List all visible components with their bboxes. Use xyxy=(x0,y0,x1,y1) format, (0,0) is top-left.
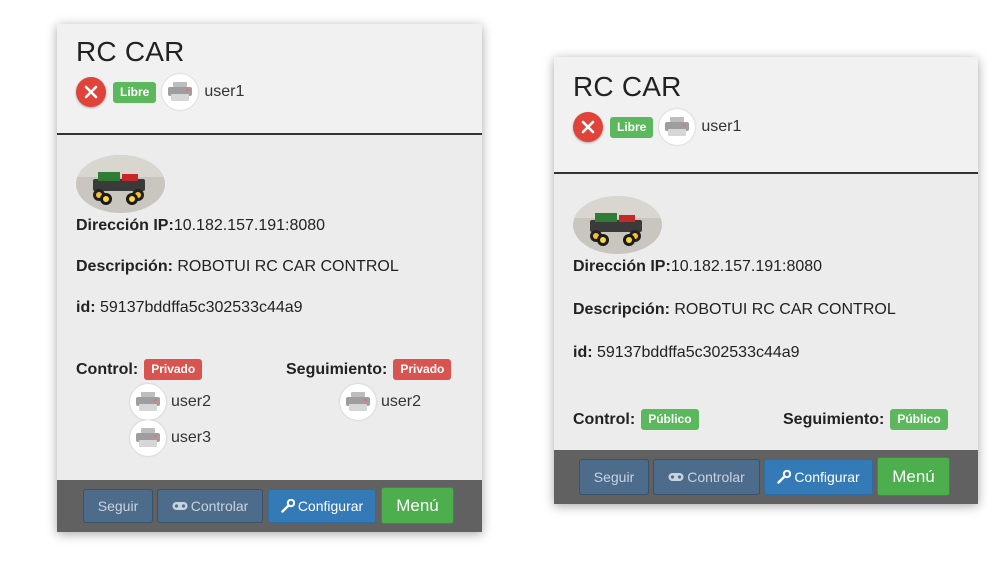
ip-label: Dirección IP: xyxy=(76,217,174,234)
card-title: RC CAR xyxy=(76,36,185,67)
ip-label: Dirección IP: xyxy=(573,258,671,275)
id-line: id: 59137bddffa5c302533c44a9 xyxy=(76,298,463,318)
configure-button[interactable]: Configurar xyxy=(764,459,873,495)
card-body: Dirección IP:10.182.157.191:8080 Descrip… xyxy=(57,135,482,318)
description-line: Descripción: ROBOTUI RC CAR CONTROL xyxy=(573,300,959,320)
control-badge: Público xyxy=(641,409,699,430)
control-label: Control: xyxy=(573,410,636,428)
card-body: Dirección IP:10.182.157.191:8080 Descrip… xyxy=(554,174,978,363)
card-header: RC CAR Libre user1 xyxy=(554,57,978,174)
gamepad-icon xyxy=(668,473,684,481)
tracking-badge: Privado xyxy=(393,359,452,380)
control-user-item: user3 xyxy=(130,420,211,456)
user-avatar-icon xyxy=(162,74,199,110)
id-label: id: xyxy=(76,299,96,316)
robot-photo xyxy=(573,196,662,254)
status-row: Libre user1 xyxy=(573,109,959,145)
card-header: RC CAR Libre user1 xyxy=(57,24,482,135)
configure-button[interactable]: Configurar xyxy=(268,489,376,523)
status-badge: Libre xyxy=(610,116,654,138)
follow-button[interactable]: Seguir xyxy=(83,489,153,523)
ip-line: Dirección IP:10.182.157.191:8080 xyxy=(76,216,463,236)
id-label: id: xyxy=(573,344,593,361)
user-avatar-icon xyxy=(659,109,696,145)
menu-button[interactable]: Menú xyxy=(381,487,454,524)
follow-button[interactable]: Seguir xyxy=(579,459,649,495)
wrench-icon xyxy=(281,499,295,513)
control-permission: Control: Público xyxy=(573,409,699,430)
robot-card-1: RC CAR Libre user1 Dirección IP:10.182.1… xyxy=(57,24,482,532)
description-value: ROBOTUI RC CAR CONTROL xyxy=(674,301,896,318)
control-permission: Control: Privado xyxy=(76,359,203,380)
robot-card-2: RC CAR Libre user1 Dirección IP:10.182.1… xyxy=(554,57,978,504)
wrench-icon xyxy=(777,470,792,484)
robot-photo xyxy=(76,155,165,213)
card-footer: Seguir Controlar Configurar Menú xyxy=(57,480,482,532)
user-avatar-icon xyxy=(340,384,376,420)
control-user-name: user2 xyxy=(171,393,212,410)
id-line: id: 59137bddffa5c302533c44a9 xyxy=(573,343,959,363)
owner-name: user1 xyxy=(701,118,742,135)
id-value: 59137bddffa5c302533c44a9 xyxy=(597,344,800,361)
description-value: ROBOTUI RC CAR CONTROL xyxy=(177,258,399,275)
description-line: Descripción: ROBOTUI RC CAR CONTROL xyxy=(76,257,463,277)
user-avatar-icon xyxy=(130,384,166,420)
tracking-permission: Seguimiento: Privado xyxy=(286,359,452,380)
control-user-item: user2 xyxy=(130,384,211,420)
control-button-label: Controlar xyxy=(190,498,249,514)
control-button-label: Controlar xyxy=(687,469,745,485)
close-icon[interactable] xyxy=(573,112,603,142)
description-label: Descripción: xyxy=(76,258,173,275)
card-title: RC CAR xyxy=(573,71,682,102)
owner-name: user1 xyxy=(204,83,245,100)
tracking-label: Seguimiento: xyxy=(286,360,388,378)
tracking-badge: Público xyxy=(890,409,948,430)
status-row: Libre user1 xyxy=(76,74,463,110)
control-button[interactable]: Controlar xyxy=(653,459,760,495)
description-label: Descripción: xyxy=(573,301,670,318)
menu-button[interactable]: Menú xyxy=(877,457,950,496)
configure-button-label: Configurar xyxy=(794,469,860,485)
user-avatar-icon xyxy=(130,420,166,456)
status-badge: Libre xyxy=(113,81,157,103)
close-icon[interactable] xyxy=(76,77,106,107)
id-value: 59137bddffa5c302533c44a9 xyxy=(100,299,303,316)
tracking-user-name: user2 xyxy=(381,393,422,410)
control-button[interactable]: Controlar xyxy=(157,489,263,523)
tracking-label: Seguimiento: xyxy=(783,410,885,428)
control-user-name: user3 xyxy=(171,429,212,446)
tracking-user-item: user2 xyxy=(340,384,421,420)
ip-value: 10.182.157.191:8080 xyxy=(670,258,823,275)
control-badge: Privado xyxy=(144,359,203,380)
gamepad-icon xyxy=(172,502,188,510)
configure-button-label: Configurar xyxy=(297,498,364,514)
ip-value: 10.182.157.191:8080 xyxy=(173,217,326,234)
card-footer: Seguir Controlar Configurar Menú xyxy=(554,450,978,504)
control-label: Control: xyxy=(76,360,139,378)
tracking-permission: Seguimiento: Público xyxy=(783,409,948,430)
ip-line: Dirección IP:10.182.157.191:8080 xyxy=(573,257,959,277)
